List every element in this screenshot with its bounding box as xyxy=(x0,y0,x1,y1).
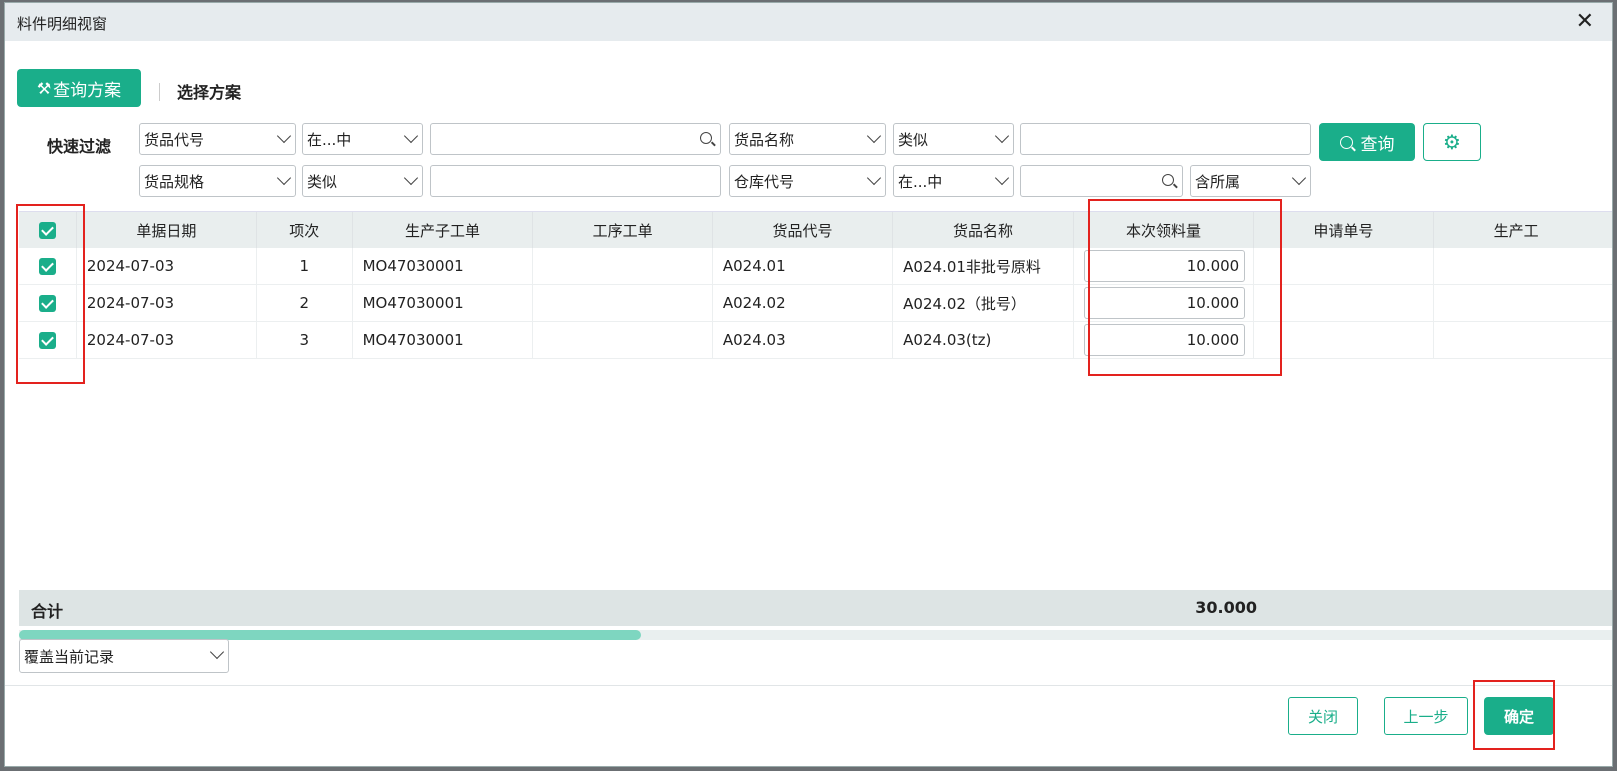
table-row[interactable]: 2024-07-03 1 MO47030001 A024.01 A024.01非… xyxy=(19,248,1612,285)
save-mode-value: 覆盖当前记录 xyxy=(24,647,115,666)
tab-query-scheme[interactable]: ⚒ 查询方案 xyxy=(17,69,141,107)
cell-seq: 2 xyxy=(256,284,353,322)
cell-name: A024.01非批号原料 xyxy=(892,248,1074,285)
filter3-field-select[interactable]: 货品规格 xyxy=(139,165,296,197)
search-icon[interactable] xyxy=(700,132,712,144)
cell-date: 2024-07-03 xyxy=(76,248,257,285)
cell-date: 2024-07-03 xyxy=(76,284,257,322)
chevron-down-icon xyxy=(403,128,419,144)
col-header-proc-order[interactable]: 工序工单 xyxy=(532,212,713,248)
filter1-field-value: 货品代号 xyxy=(144,130,205,149)
col-header-code[interactable]: 货品代号 xyxy=(712,212,894,248)
filter2-op-select[interactable]: 类似 xyxy=(893,123,1014,155)
cell-proc-order xyxy=(532,321,713,359)
cell-sub-order: MO47030001 xyxy=(352,321,534,359)
chevron-down-icon xyxy=(994,128,1010,144)
filter1-value-input[interactable] xyxy=(430,123,721,155)
chevron-down-icon xyxy=(994,170,1010,186)
col-header-production[interactable]: 生产工 xyxy=(1433,212,1612,248)
detail-table: 单据日期 项次 生产子工单 工序工单 货品代号 货品名称 本次领料量 申请单号 … xyxy=(19,212,1612,359)
total-row: 合计 30.000 xyxy=(19,590,1612,626)
detail-grid: 单据日期 项次 生产子工单 工序工单 货品代号 货品名称 本次领料量 申请单号 … xyxy=(19,211,1612,642)
filter1-field-select[interactable]: 货品代号 xyxy=(139,123,296,155)
search-icon[interactable] xyxy=(1162,174,1174,186)
col-header-seq[interactable]: 项次 xyxy=(256,212,353,248)
cell-code: A024.01 xyxy=(712,248,894,285)
prev-step-button[interactable]: 上一步 xyxy=(1384,697,1468,735)
filter4-field-value: 仓库代号 xyxy=(734,172,795,191)
cell-sub-order: MO47030001 xyxy=(352,284,534,322)
filter2-value-input[interactable] xyxy=(1020,123,1311,155)
tab-query-scheme-label: 查询方案 xyxy=(53,80,122,101)
chevron-down-icon xyxy=(276,128,292,144)
chevron-down-icon xyxy=(1291,170,1307,186)
cell-date: 2024-07-03 xyxy=(76,321,257,359)
filter2-field-value: 货品名称 xyxy=(734,130,795,149)
close-icon[interactable]: ✕ xyxy=(1576,9,1594,34)
cell-sub-order: MO47030001 xyxy=(352,248,534,285)
filter3-value-input[interactable] xyxy=(430,165,721,197)
cell-proc-order xyxy=(532,248,713,285)
cell-production xyxy=(1433,284,1612,322)
quick-filter-label: 快速过滤 xyxy=(47,137,112,156)
cell-name: A024.02（批号） xyxy=(892,284,1074,322)
filter4-op-value: 在...中 xyxy=(898,172,943,191)
checkbox-highlight-box xyxy=(16,204,85,384)
filter3-op-select[interactable]: 类似 xyxy=(302,165,423,197)
col-header-sub-order[interactable]: 生产子工单 xyxy=(352,212,534,248)
cell-production xyxy=(1433,321,1612,359)
gear-icon: ⚙ xyxy=(1443,130,1461,154)
col-header-name[interactable]: 货品名称 xyxy=(892,212,1074,248)
filter4-field-select[interactable]: 仓库代号 xyxy=(729,165,886,197)
filter2-field-select[interactable]: 货品名称 xyxy=(729,123,886,155)
scope-select[interactable]: 含所属 xyxy=(1190,165,1311,197)
qty-highlight-box xyxy=(1088,199,1282,376)
col-header-date[interactable]: 单据日期 xyxy=(76,212,257,248)
filter2-op-value: 类似 xyxy=(898,130,929,149)
chevron-down-icon xyxy=(403,170,419,186)
cell-seq: 3 xyxy=(256,321,353,359)
filter4-value-input[interactable] xyxy=(1020,165,1183,197)
chevron-down-icon xyxy=(866,170,882,186)
cell-name: A024.03(tz) xyxy=(892,321,1074,359)
cell-code: A024.03 xyxy=(712,321,894,359)
tab-choose-scheme[interactable]: 选择方案 xyxy=(177,79,241,103)
table-row[interactable]: 2024-07-03 3 MO47030001 A024.03 A024.03(… xyxy=(19,321,1612,359)
settings-button[interactable]: ⚙ xyxy=(1423,123,1481,161)
wrench-icon: ⚒ xyxy=(36,78,52,98)
window-title: 料件明细视窗 xyxy=(17,15,108,33)
title-bar: 料件明细视窗 ✕ xyxy=(5,3,1612,41)
close-button[interactable]: 关闭 xyxy=(1288,697,1358,735)
chevron-down-icon xyxy=(866,128,882,144)
cell-proc-order xyxy=(532,284,713,322)
confirm-highlight-box xyxy=(1473,680,1555,750)
filter4-op-select[interactable]: 在...中 xyxy=(893,165,1014,197)
filter1-op-value: 在...中 xyxy=(307,130,352,149)
horizontal-scrollbar[interactable] xyxy=(19,630,1612,640)
filter3-field-value: 货品规格 xyxy=(144,172,205,191)
chevron-down-icon xyxy=(276,170,292,186)
total-qty: 30.000 xyxy=(1195,598,1257,617)
chevron-down-icon xyxy=(209,644,225,660)
table-row[interactable]: 2024-07-03 2 MO47030001 A024.02 A024.02（… xyxy=(19,284,1612,322)
material-detail-dialog: 料件明细视窗 ✕ ⚒ 查询方案 选择方案 快速过滤 货品代号 在...中 货品名… xyxy=(4,2,1613,767)
tab-divider xyxy=(159,83,160,101)
search-icon xyxy=(1339,135,1353,149)
scope-value: 含所属 xyxy=(1195,172,1241,191)
query-button[interactable]: 查询 xyxy=(1319,123,1415,161)
footer-divider xyxy=(5,685,1612,686)
filter1-op-select[interactable]: 在...中 xyxy=(302,123,423,155)
cell-production xyxy=(1433,248,1612,285)
save-mode-select[interactable]: 覆盖当前记录 xyxy=(19,639,229,673)
cell-seq: 1 xyxy=(256,248,353,285)
table-header-row: 单据日期 项次 生产子工单 工序工单 货品代号 货品名称 本次领料量 申请单号 … xyxy=(19,212,1612,248)
total-label: 合计 xyxy=(31,602,64,621)
filter3-op-value: 类似 xyxy=(307,172,338,191)
cell-code: A024.02 xyxy=(712,284,894,322)
query-button-label: 查询 xyxy=(1360,134,1395,155)
